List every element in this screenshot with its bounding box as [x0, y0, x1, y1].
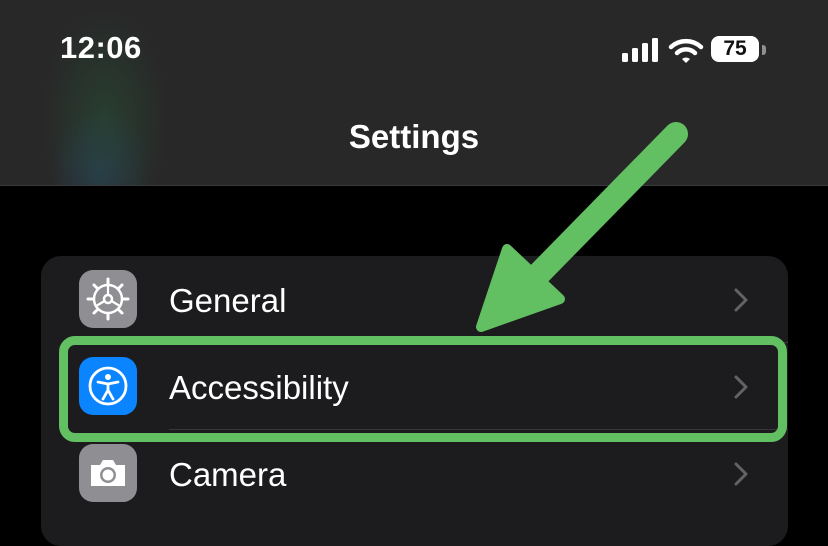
settings-row-general[interactable]: General: [41, 256, 788, 343]
settings-row-label: Camera: [169, 456, 287, 493]
gear-icon: [79, 270, 137, 328]
page-title: Settings: [348, 118, 480, 155]
status-time: 12:06: [60, 30, 142, 65]
wifi-icon: [668, 38, 704, 63]
settings-row-camera[interactable]: Camera: [41, 430, 788, 517]
battery-tip: [762, 45, 766, 55]
chevron-right-icon: [734, 288, 748, 312]
annotation-highlight-box: [59, 336, 787, 442]
chevron-right-icon: [734, 462, 748, 486]
signal-icon: [622, 38, 658, 62]
settings-row-label: General: [169, 282, 287, 319]
camera-icon: [79, 444, 137, 502]
navigation-header: 12:06 75 Settings: [0, 0, 828, 186]
battery-icon: 75: [711, 36, 759, 62]
